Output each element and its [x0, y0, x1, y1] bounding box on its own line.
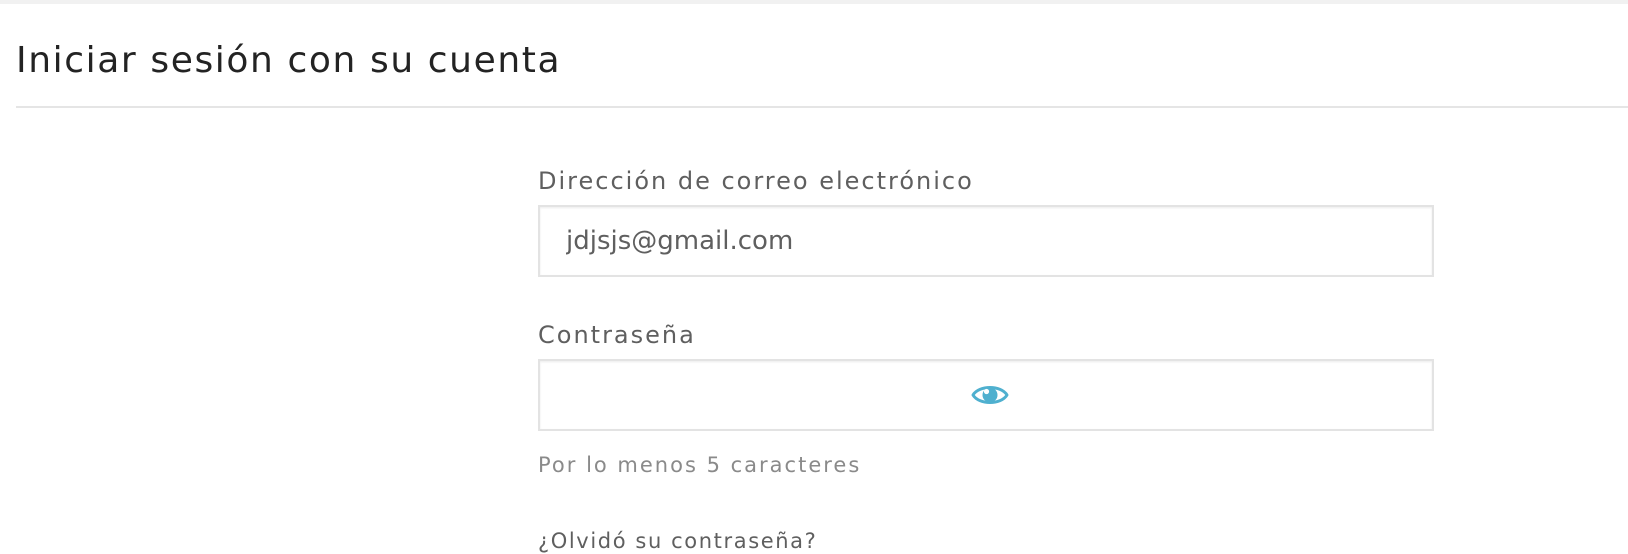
- page-title: Iniciar sesión con su cuenta: [16, 40, 562, 81]
- forgot-password-link[interactable]: ¿Olvidó su contraseña?: [538, 528, 817, 554]
- password-label: Contraseña: [538, 321, 696, 349]
- eye-icon[interactable]: [971, 381, 1009, 409]
- email-input[interactable]: [540, 207, 1432, 275]
- password-hint: Por lo menos 5 caracteres: [538, 453, 862, 477]
- password-field-box: [538, 359, 1434, 431]
- email-label: Dirección de correo electrónico: [538, 167, 974, 195]
- top-strip: [0, 0, 1628, 4]
- email-field-box: [538, 205, 1434, 277]
- title-divider: [16, 106, 1628, 108]
